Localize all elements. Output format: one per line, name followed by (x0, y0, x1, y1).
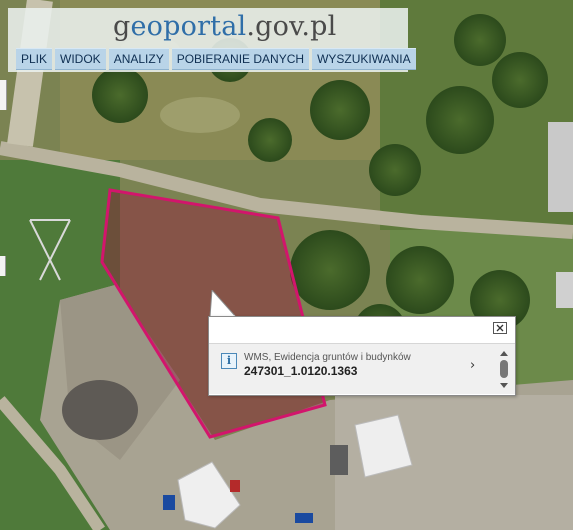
menu-analizy[interactable]: ANALIZY (108, 48, 169, 70)
menu-wyszukiwania[interactable]: WYSZUKIWANIA (312, 48, 416, 70)
menu-pobieranie-danych[interactable]: POBIERANIE DANYCH (171, 48, 310, 70)
chevron-right-icon[interactable]: › (470, 358, 475, 373)
logo-word-portal: oportal (146, 11, 247, 42)
popup-scrollbar[interactable] (498, 350, 510, 390)
popup-result-row[interactable]: i WMS, Ewidencja gruntów i budynków 2473… (209, 343, 515, 394)
main-menu: PLIK WIDOK ANALIZY POBIERANIE DANYCH WYS… (16, 48, 416, 70)
left-panel-handle[interactable] (0, 80, 7, 110)
feature-info-popup: i WMS, Ewidencja gruntów i budynków 2473… (208, 316, 516, 396)
aerial-map[interactable] (0, 0, 573, 530)
menu-plik[interactable]: PLIK (16, 48, 53, 70)
parcel-id: 247301_1.0120.1363 (244, 364, 358, 378)
logo-letter-g: g (113, 11, 131, 42)
scroll-down-icon (500, 383, 508, 388)
layer-name: WMS, Ewidencja gruntów i budynków (244, 352, 411, 363)
geoportal-logo[interactable]: geoportal.gov.pl (113, 11, 336, 42)
close-icon[interactable] (493, 322, 507, 334)
left-panel-handle-2[interactable] (0, 256, 6, 276)
popup-pointer (209, 290, 238, 318)
menu-widok[interactable]: WIDOK (55, 48, 106, 70)
scroll-up-icon (500, 351, 508, 356)
logo-letter-e: e (130, 11, 147, 42)
logo-domain: .gov.pl (246, 11, 337, 42)
info-icon: i (221, 353, 237, 369)
header-panel: geoportal.gov.pl PLIK WIDOK ANALIZY POBI… (8, 8, 416, 72)
scroll-knob-icon (500, 360, 508, 378)
